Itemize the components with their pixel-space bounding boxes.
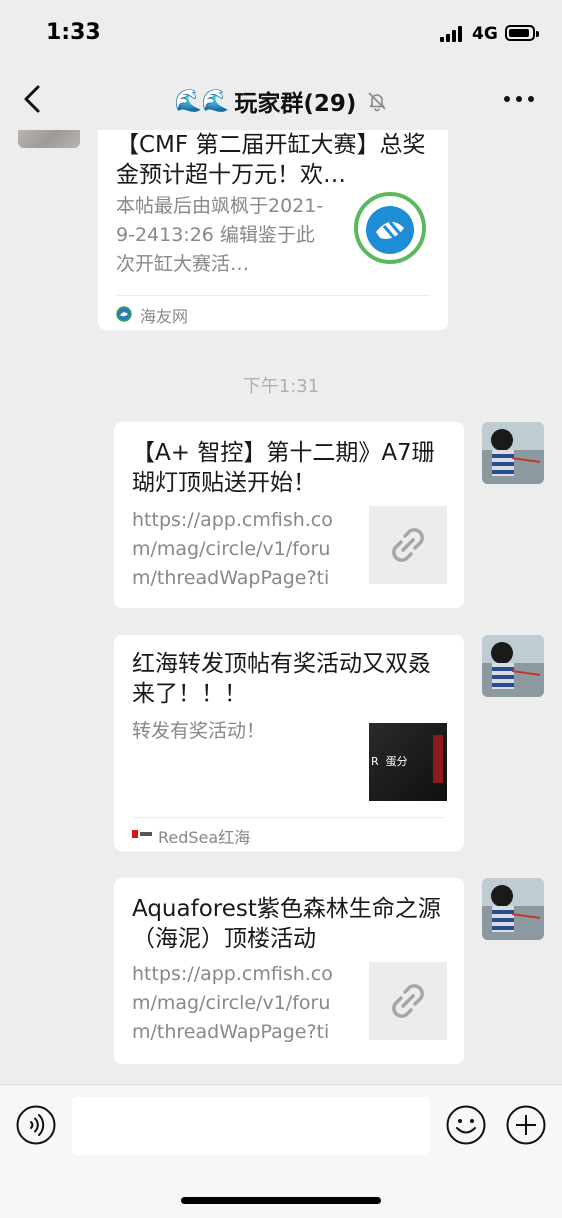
status-bar: 1:33 4G	[0, 0, 562, 68]
shared-link-card[interactable]: 红海转发顶帖有奖活动又双叒来了！！！ 转发有奖活动！ R 蛋分 RedSea红海	[114, 635, 464, 851]
voice-input-button[interactable]	[16, 1105, 56, 1145]
avatar-photo	[482, 878, 544, 940]
link-thumbnail	[369, 506, 447, 584]
network-type: 4G	[472, 24, 498, 44]
shared-link-card[interactable]: Aquaforest紫色森林生命之源（海泥）顶楼活动 https://app.c…	[114, 878, 464, 1064]
link-icon	[392, 528, 424, 562]
card-description: 本帖最后由飒枫于2021-9-2413:26 编辑鉴于此次开缸大赛活…	[116, 195, 324, 275]
more-options-button[interactable]	[504, 96, 534, 104]
plus-icon	[506, 1105, 546, 1145]
nav-bar: 🌊🌊 玩家群(29)	[0, 68, 562, 130]
link-icon	[392, 984, 424, 1018]
wechat-group-chat-screen: 1:33 4G 🌊🌊 玩家群(29) 【CMF 第二届开缸大赛】总奖金预计超十万…	[0, 0, 562, 1218]
message-list[interactable]: 【CMF 第二届开缸大赛】总奖金预计超十万元！欢… 本帖最后由飒枫于2021-9…	[0, 130, 562, 1084]
link-thumbnail	[369, 962, 447, 1040]
avatar-photo	[482, 635, 544, 697]
card-description: https://app.cmfish.com/mag/circle/v1/for…	[132, 509, 333, 589]
message-input[interactable]	[72, 1097, 430, 1155]
avatar-photo	[482, 422, 544, 484]
fish-logo-icon	[354, 192, 426, 264]
card-description: 转发有奖活动！	[132, 720, 266, 742]
shared-link-card[interactable]: 【A+ 智控】第十二期》A7珊 瑚灯顶贴送开始！ https://app.cmf…	[114, 422, 464, 608]
card-source: RedSea红海	[158, 828, 251, 847]
voice-icon	[16, 1105, 56, 1145]
card-title: 【A+ 智控】第十二期》A7珊 瑚灯顶贴送开始！	[132, 440, 435, 496]
time-divider: 下午1:31	[242, 376, 320, 397]
emoji-button[interactable]	[446, 1105, 486, 1145]
chat-title[interactable]: 玩家群(29)	[234, 84, 356, 118]
signal-strength-icon	[440, 26, 466, 42]
card-title: 【CMF 第二届开缸大赛】总奖金预计超十万元！欢…	[116, 132, 426, 188]
redsea-logo-icon	[132, 830, 152, 838]
forum-logo-thumbnail	[354, 192, 426, 264]
home-indicator	[181, 1197, 381, 1204]
card-title: 红海转发顶帖有奖活动又双叒来了！！！	[132, 651, 431, 707]
more-functions-button[interactable]	[506, 1105, 546, 1145]
my-avatar[interactable]	[482, 422, 544, 484]
article-thumbnail: R 蛋分	[369, 723, 447, 801]
group-emoji: 🌊🌊	[174, 88, 230, 114]
my-avatar[interactable]	[482, 635, 544, 697]
card-title: Aquaforest紫色森林生命之源（海泥）顶楼活动	[132, 896, 441, 952]
battery-icon	[505, 25, 539, 41]
card-description: https://app.cmfish.com/mag/circle/v1/for…	[132, 963, 333, 1043]
smiley-icon	[446, 1105, 486, 1145]
status-time: 1:33	[46, 20, 101, 45]
source-logo-icon	[116, 306, 132, 322]
my-avatar[interactable]	[482, 878, 544, 940]
shared-link-card[interactable]: 【CMF 第二届开缸大赛】总奖金预计超十万元！欢… 本帖最后由飒枫于2021-9…	[98, 130, 448, 330]
card-source: 海友网	[140, 307, 189, 326]
mute-bell-icon	[367, 92, 386, 112]
sender-avatar-partial[interactable]	[18, 130, 80, 148]
thumbnail-text: R 蛋分	[371, 755, 408, 768]
